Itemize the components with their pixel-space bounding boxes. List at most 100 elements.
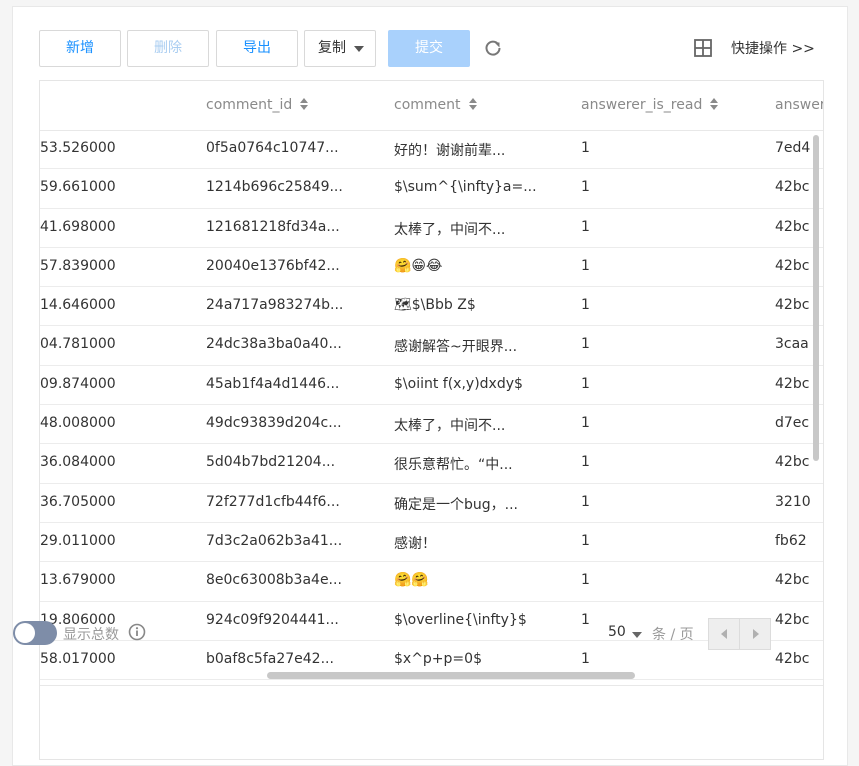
table-row[interactable]: 29.011000 7d3c2a062b3a41... 感谢！ 1 fb62 [40, 523, 823, 563]
cell-comment-id: 924c09f9204441... [206, 611, 339, 628]
column-header-label: comment [394, 97, 461, 113]
cell-answerer-is-read: 1 [581, 493, 590, 510]
table-row[interactable]: 04.781000 24dc38a3ba0a40... 感谢解答~开眼界... 1 3c… [40, 326, 823, 366]
column-header-label: answer [775, 97, 823, 113]
cell-answerer-is-read: 1 [581, 375, 590, 392]
cell-comment: 好的！谢谢前辈... [394, 143, 506, 159]
cell-comment-id: 20040e1376bf42... [206, 257, 340, 274]
cell-answerer-is-read: 1 [581, 650, 590, 667]
data-table: comment_id comment answerer_is_read answ… [39, 80, 824, 760]
quick-actions-link[interactable]: 快捷操作 >> [731, 38, 815, 58]
refresh-icon[interactable] [484, 39, 502, 57]
cell-answerer-is-read: 1 [581, 454, 590, 471]
cell-value: 57.839000 [40, 257, 116, 274]
cell-comment: 感谢解答~开眼界... [394, 339, 518, 356]
cell-value: 59.661000 [40, 179, 116, 196]
copy-label: 复制 [318, 40, 346, 56]
cell-answerer-is-read: 1 [581, 257, 590, 274]
toggle-knob [15, 623, 35, 643]
pagination [708, 618, 771, 650]
cell-comment: $\sum^{\infty}a=... [394, 179, 537, 196]
add-button[interactable]: 新增 [39, 30, 121, 67]
cell-comment-id: 5d04b7bd21204... [206, 454, 336, 471]
caret-down-icon [354, 46, 364, 52]
column-header-comment[interactable]: comment [394, 97, 477, 113]
cell-comment-id: 8e0c63008b3a4e... [206, 572, 342, 589]
chevron-down-icon[interactable] [632, 632, 642, 638]
horizontal-scrollbar[interactable] [267, 672, 635, 679]
cell-comment: 太棒了，中间不... [394, 418, 506, 435]
cell-value: 09.874000 [40, 375, 116, 392]
cell-comment: 🤗😁😂 [394, 257, 443, 274]
cell-answer: 42bc [775, 650, 810, 667]
cell-value: 36.084000 [40, 454, 116, 471]
table-row[interactable]: 59.661000 1214b696c25849... $\sum^{\infty}… [40, 169, 823, 209]
table-row[interactable]: 57.839000 20040e1376bf42... 🤗😁😂 1 42bc [40, 248, 823, 288]
cell-comment: 感谢！ [394, 535, 436, 552]
prev-page-button[interactable] [709, 619, 740, 649]
cell-comment-id: 121681218fd34a... [206, 218, 340, 235]
footer-divider [40, 685, 823, 686]
copy-dropdown-button[interactable]: 复制 [304, 30, 376, 67]
cell-answerer-is-read: 1 [581, 297, 590, 314]
table-row[interactable]: 36.705000 72f277d1cfb44f6... 确定是一个bug，... 1… [40, 484, 823, 523]
table-row[interactable]: 13.679000 8e0c63008b3a4e... 🤗🤗 1 42bc [40, 562, 823, 602]
cell-comment: $\oiint f(x,y)dxdy$ [394, 375, 523, 392]
cell-value: 14.646000 [40, 297, 116, 314]
cell-comment: 很乐意帮忙。“中... [394, 457, 513, 474]
cell-comment: 太棒了，中间不... [394, 221, 506, 238]
info-icon[interactable] [128, 623, 146, 641]
cell-comment: 确定是一个bug，... [394, 496, 518, 513]
delete-button[interactable]: 删除 [127, 30, 209, 67]
grid-icon[interactable] [694, 39, 712, 57]
sort-icon[interactable] [468, 98, 477, 110]
cell-comment-id: 24a717a983274b... [206, 297, 344, 314]
cell-comment-id: 24dc38a3ba0a40... [206, 336, 342, 353]
cell-value: 13.679000 [40, 572, 116, 589]
cell-value: 48.008000 [40, 415, 116, 432]
cell-comment-id: 1214b696c25849... [206, 179, 343, 196]
cell-answerer-is-read: 1 [581, 336, 590, 353]
cell-comment-id: 45ab1f4a4d1446... [206, 375, 340, 392]
cell-comment: 🤗🤗 [394, 572, 429, 589]
column-header-label: answerer_is_read [581, 97, 703, 113]
page-size-select[interactable]: 50 [608, 624, 626, 640]
cell-answer: 3210 [775, 493, 811, 510]
sort-icon[interactable] [710, 98, 719, 110]
cell-comment-id: 0f5a0764c10747... [206, 140, 339, 156]
cell-value: 04.781000 [40, 336, 116, 353]
cell-answerer-is-read: 1 [581, 532, 590, 549]
cell-value: 53.526000 [40, 140, 116, 156]
cell-value: 58.017000 [40, 650, 116, 667]
table-row[interactable]: 48.008000 49dc93839d204c... 太棒了，中间不... 1 d7e… [40, 405, 823, 445]
cell-comment: 🗺$\Bbb Z$ [394, 297, 476, 314]
column-header-answer[interactable]: answer [775, 97, 823, 113]
column-header-comment-id[interactable]: comment_id [206, 97, 309, 113]
column-header-label: comment_id [206, 97, 293, 113]
submit-button[interactable]: 提交 [388, 30, 470, 67]
table-row[interactable]: 14.646000 24a717a983274b... 🗺$\Bbb Z$ 1 42bc [40, 287, 823, 327]
table-header: comment_id comment answerer_is_read answ… [40, 81, 823, 131]
cell-comment: $\overline{\infty}$ [394, 611, 527, 628]
sort-icon[interactable] [300, 98, 309, 110]
cell-value: 29.011000 [40, 532, 116, 549]
chevron-left-icon [721, 629, 727, 639]
chevron-right-icon [753, 629, 759, 639]
cell-answer: fb62 [775, 532, 807, 549]
next-page-button[interactable] [740, 619, 771, 649]
show-total-label: 显示总数 [63, 627, 119, 643]
table-row[interactable]: 36.084000 5d04b7bd21204... 很乐意帮忙。“中... 1 42b… [40, 444, 823, 484]
vertical-scrollbar[interactable] [813, 135, 819, 461]
cell-comment-id: 49dc93839d204c... [206, 415, 342, 432]
export-button[interactable]: 导出 [216, 30, 298, 67]
column-header-answerer-is-read[interactable]: answerer_is_read [581, 97, 719, 113]
table-row[interactable]: 41.698000 121681218fd34a... 太棒了，中间不... 1 42b… [40, 209, 823, 248]
table-row[interactable]: 53.526000 0f5a0764c10747... 好的！谢谢前辈... 1 7ed… [40, 130, 823, 170]
cell-answer: 42bc [775, 611, 810, 628]
show-total-toggle[interactable] [13, 621, 57, 645]
per-page-label: 条 / 页 [652, 627, 694, 643]
table-row[interactable]: 09.874000 45ab1f4a4d1446... $\oiint f(x,y)… [40, 366, 823, 406]
cell-value: 36.705000 [40, 493, 116, 510]
cell-comment-id: 72f277d1cfb44f6... [206, 493, 340, 510]
table-row[interactable]: 19.806000 924c09f9204441... $\overline{\in… [40, 602, 823, 641]
